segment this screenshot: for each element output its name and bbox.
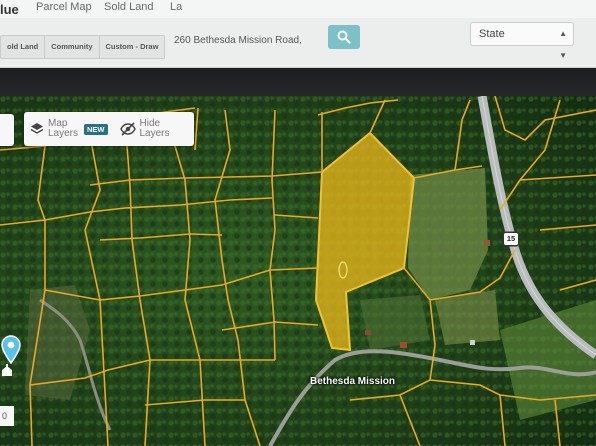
route-number: 15 [503,232,519,246]
filter-community-button[interactable]: Community [45,36,100,58]
map-layers-control: Map Layers NEW Hide Layers [24,112,194,146]
search-filter-bar: old Land Community Custom - Draw State ▲… [0,18,596,68]
eye-slash-icon [119,122,136,136]
hide-layers-button[interactable]: Hide Layers [114,119,180,139]
building [484,240,490,246]
state-select-value: State [479,28,505,40]
nav-sold-land[interactable]: Sold Land [104,1,154,13]
map-control-partial[interactable] [0,114,14,146]
place-label[interactable]: Bethesda Mission [310,376,395,387]
building [400,342,407,348]
tree-texture [0,96,596,446]
state-select[interactable]: State ▲ ▼ [470,22,574,60]
map-zoom-control-partial[interactable]: 0 [0,406,14,426]
brand-logo-text[interactable]: lue [0,2,19,17]
top-nav: lue Parcel Map Sold Land La [0,0,596,18]
field-clearing [360,295,430,350]
filter-custom-draw-button[interactable]: Custom - Draw [100,36,165,58]
hide-layers-label: Hide Layers [139,118,170,139]
map-layers-button[interactable]: Map Layers NEW [24,119,114,139]
address-search-input[interactable] [170,27,326,53]
building [365,330,371,335]
search-icon [337,30,351,44]
satellite-parcel-map[interactable]: 15 Bethesda Mission 0 [0,96,596,446]
map-layers-label: Map Layers [48,118,79,139]
filter-sold-land-button[interactable]: old Land [1,36,46,58]
church-icon [2,364,12,376]
nav-parcel-map[interactable]: Parcel Map [36,1,92,13]
layers-icon [30,123,44,134]
new-badge: NEW [84,123,108,135]
search-button[interactable] [328,25,360,49]
location-pin-icon[interactable] [0,334,22,364]
map-canvas[interactable] [0,96,596,446]
building [470,340,475,345]
chevron-updown-icon: ▲ ▼ [559,29,567,60]
nav-item-partial[interactable]: La [170,1,182,13]
filter-button-group: old Land Community Custom - Draw [0,35,166,59]
